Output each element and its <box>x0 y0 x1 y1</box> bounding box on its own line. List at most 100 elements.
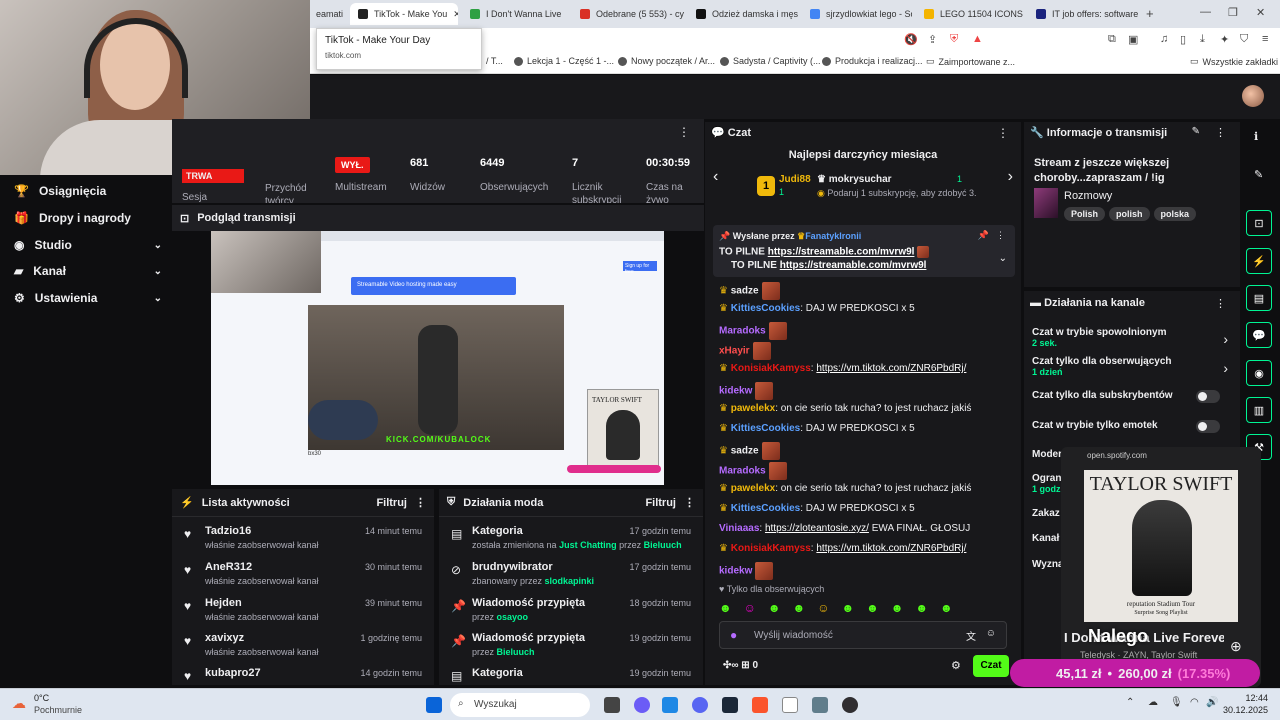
gifter-1-name[interactable]: Judi88 <box>779 174 811 185</box>
chat-username[interactable]: Maradoks <box>719 326 766 337</box>
leo-icon[interactable]: ✦ <box>1220 33 1229 46</box>
emoji-icon[interactable]: ☺ <box>986 628 996 639</box>
pencil-icon[interactable]: ✎ <box>1254 168 1263 181</box>
setting-truncated-4[interactable]: Kanał <box>1032 533 1059 544</box>
tag[interactable]: polska <box>1153 207 1197 221</box>
chat-username[interactable]: xHayir <box>719 346 750 357</box>
tab-2[interactable]: I Don't Wanna Live <box>462 3 570 25</box>
windows-start-icon[interactable] <box>426 697 442 713</box>
bookmark-0[interactable]: / T... <box>486 56 503 66</box>
mic-icon[interactable]: ● <box>730 628 737 642</box>
emote-icon[interactable]: ☺ <box>817 601 829 619</box>
mute-icon[interactable]: 🔇 <box>904 33 918 46</box>
tab-4[interactable]: Odzież damska i męska <box>688 3 798 25</box>
maximize-icon[interactable]: ❐ <box>1228 6 1238 19</box>
chat-username[interactable]: KittiesCookies <box>731 303 800 314</box>
chevron-down-icon[interactable]: ⌄ <box>999 253 1007 264</box>
chat-link[interactable]: https://zloteantosie.xyz/ <box>765 523 869 534</box>
sidebar-item-studio[interactable]: ◉ Studio ⌄ <box>14 235 162 255</box>
share-icon[interactable]: ⇪ <box>928 33 937 46</box>
clock-time[interactable]: 12:44 <box>1226 693 1268 703</box>
tab-tiktok[interactable]: TikTok - Make You ✕ <box>350 3 458 25</box>
slow-mode-setting[interactable]: Czat w trybie spowolnionym 2 sek. › <box>1032 327 1232 355</box>
more-options-icon[interactable]: ⋮ <box>1215 126 1226 139</box>
setting-truncated-5[interactable]: Wyzna <box>1032 559 1064 570</box>
chat-username[interactable]: Maradoks <box>719 466 766 477</box>
emote-icon[interactable]: ☺ <box>744 601 756 619</box>
broadcast-icon[interactable]: ◉ <box>1246 360 1272 386</box>
steam-icon[interactable] <box>722 697 738 713</box>
layout-icon[interactable]: ▥ <box>1246 397 1272 423</box>
chat-link[interactable]: https://vm.tiktok.com/ZNR6PbdRj/ <box>816 543 966 554</box>
send-chat-button[interactable]: Czat <box>973 655 1009 677</box>
sidebar-item-channel[interactable]: ▰ Kanał ⌄ <box>14 261 162 281</box>
chat-username[interactable]: KonisiakKamyss <box>731 543 811 554</box>
multistream-stat[interactable]: WYŁ. Multistream <box>335 157 387 194</box>
discord-icon[interactable] <box>692 697 708 713</box>
explorer-icon[interactable] <box>662 697 678 713</box>
chat-input[interactable]: ● Wyślij wiadomość 文 ☺ <box>719 621 1007 649</box>
emote-icon[interactable]: ☻ <box>915 601 928 619</box>
sidebar-icon[interactable]: ▯ <box>1180 33 1186 46</box>
chevron-up-icon[interactable]: ⌃ <box>1126 697 1134 708</box>
bookmark-3[interactable]: Sadysta / Captivity (... <box>720 56 821 66</box>
task-view-icon[interactable] <box>604 697 620 713</box>
more-options-icon[interactable]: ⋮ <box>678 125 690 139</box>
emote-icon[interactable]: ☻ <box>940 601 953 619</box>
mic-icon[interactable]: 🎙 <box>1170 697 1183 708</box>
media-icon[interactable]: ♫ <box>1160 33 1168 45</box>
translate-icon[interactable]: 文 <box>966 628 976 643</box>
copilot-icon[interactable] <box>634 697 650 713</box>
edit-icon[interactable]: ✎ <box>1192 126 1200 137</box>
tab-3[interactable]: Odebrane (5 553) - cyp <box>572 3 684 25</box>
sidebar-item-drops[interactable]: 🎁 Dropy i nagrody <box>14 208 162 228</box>
emote-icon[interactable]: ☻ <box>891 601 904 619</box>
camera-icon[interactable]: ▣ <box>1128 33 1138 46</box>
bookmark-1[interactable]: Lekcja 1 - Część 1 -... <box>514 56 614 66</box>
tab-5[interactable]: sjrzydlowkiat lego - So <box>802 3 912 25</box>
close-window-icon[interactable]: ✕ <box>1256 6 1265 19</box>
tab-0[interactable]: eamati <box>308 3 348 25</box>
chevron-left-icon[interactable]: ‹ <box>713 168 718 186</box>
chat-link[interactable]: https://vm.tiktok.com/ZNR6PbdRj/ <box>816 363 966 374</box>
gear-icon[interactable]: ⚙ <box>951 659 961 672</box>
emote-mode-toggle[interactable] <box>1196 420 1220 433</box>
sidebar-item-settings[interactable]: ⚙ Ustawienia ⌄ <box>14 288 162 308</box>
channel-points[interactable]: ✣∞ ⊞ 0 <box>723 660 758 671</box>
tag[interactable]: Polish <box>1064 207 1106 221</box>
activity-filter-button[interactable]: Filtruj <box>376 497 407 509</box>
minimize-icon[interactable]: — <box>1200 6 1211 18</box>
obs-icon[interactable] <box>842 697 858 713</box>
chat-username[interactable]: pawelekx <box>731 483 775 494</box>
new-tab-icon[interactable]: + <box>1146 6 1154 21</box>
cloud-icon[interactable]: ☁ <box>1148 697 1158 708</box>
subs-mode-toggle[interactable] <box>1196 390 1220 403</box>
clip-icon[interactable]: ⊡ <box>1246 210 1272 236</box>
chat-username[interactable]: Viniaaas <box>719 523 759 534</box>
extensions-icon[interactable]: ⧉ <box>1108 33 1116 46</box>
setting-truncated-1[interactable]: Moder <box>1032 449 1062 460</box>
bolt-icon[interactable]: ⚡ <box>1246 248 1272 274</box>
pinned-link[interactable]: https://streamable.com/mvrw9l <box>780 260 927 271</box>
download-icon[interactable]: ⤓ <box>1200 33 1205 46</box>
bookmark-folder[interactable]: ▭ Zaimportowane z... <box>926 56 1015 67</box>
notepad-icon[interactable] <box>782 697 798 713</box>
all-bookmarks[interactable]: ▭ Wszystkie zakładki <box>1190 56 1278 67</box>
gifter-2[interactable]: ♛ mokrysuchar <box>817 174 892 185</box>
setting-truncated-3[interactable]: Zakaz <box>1032 508 1060 519</box>
more-options-icon[interactable]: ⋮ <box>684 496 695 509</box>
chat-username[interactable]: sadze <box>731 446 759 457</box>
avatar[interactable] <box>1242 85 1264 107</box>
stream-category[interactable]: Rozmowy <box>1064 190 1112 202</box>
setting-truncated-2[interactable]: Ogran 1 godz. <box>1032 473 1063 494</box>
add-icon[interactable]: ⊕ <box>1230 638 1242 655</box>
weather-temp[interactable]: 0°C <box>34 693 49 703</box>
chat-username[interactable]: KittiesCookies <box>731 423 800 434</box>
chat-username[interactable]: KonisiakKamyss <box>731 363 811 374</box>
chat-username[interactable]: kidekw <box>719 386 752 397</box>
info-icon[interactable]: ℹ <box>1254 130 1258 143</box>
settings-icon[interactable] <box>812 697 828 713</box>
more-options-icon[interactable]: ⋮ <box>415 496 426 509</box>
vpn-icon[interactable]: ⛉ <box>1240 33 1248 46</box>
chevron-right-icon[interactable]: › <box>1008 168 1013 186</box>
